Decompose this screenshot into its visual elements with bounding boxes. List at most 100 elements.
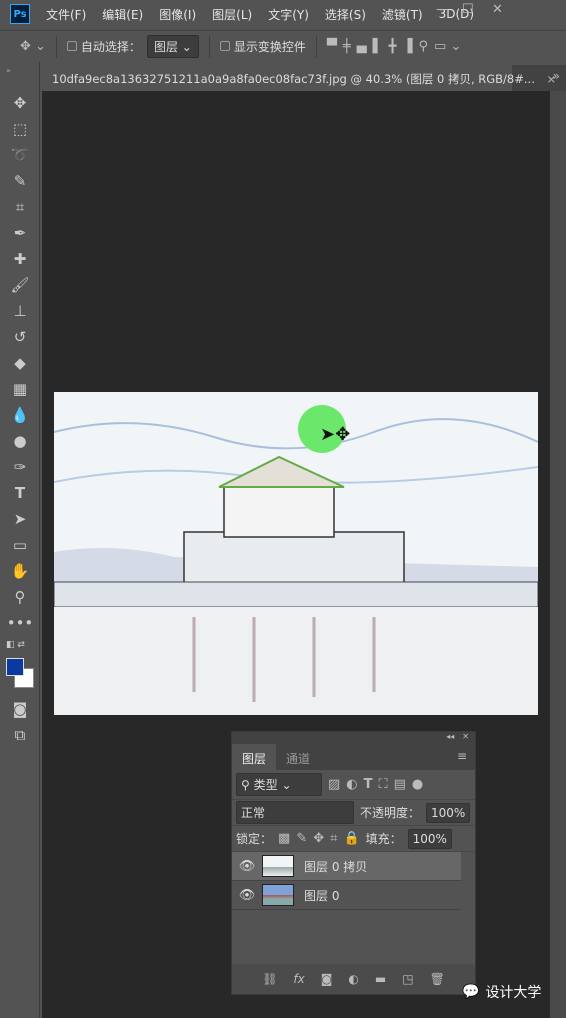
layer-name: 图层 0 拷贝 [304, 859, 368, 874]
filter-adjustment-icon[interactable]: ◐ [346, 777, 357, 792]
tools-panel: » ✥ ⬚ ➰ ✎ ⌗ ✒ ✚ 🖌 ⊥ ↺ ◆ ▦ 💧 ● ✑ T ➤ ▭ ✋ … [0, 62, 40, 1018]
search-icon[interactable]: ⚲ [419, 39, 429, 54]
foreground-color-swatch[interactable] [6, 658, 24, 676]
menu-layer[interactable]: 图层(L) [212, 6, 252, 23]
align-bottom-icon[interactable]: ▄ [357, 39, 367, 54]
move-cursor-icon: ➤✥ [320, 424, 351, 445]
show-transform-label: 显示变换控件 [233, 40, 306, 54]
filter-type-icon[interactable]: T [364, 777, 373, 792]
layers-panel: ◂◂ ✕ 图层 通道 ≡ ⚲ 类型 ⌄ ▨ ◐ T ⛶ ▤ ● 正常 不透明度： … [231, 731, 476, 995]
collapse-panel-icon[interactable]: ◂◂ [446, 732, 454, 744]
document-tab[interactable]: 10dfa9ec8a13632751211a0a9a8fa0ec08fac73f… [42, 65, 556, 91]
tab-channels[interactable]: 通道 [276, 744, 320, 770]
align-left-icon[interactable]: ▌ [373, 39, 383, 54]
panel-menu-icon[interactable]: ≡ [449, 744, 475, 770]
auto-select-value: 图层 [153, 40, 178, 54]
pen-tool-icon[interactable]: ✑ [0, 454, 40, 480]
filter-pixel-icon[interactable]: ▨ [328, 777, 340, 792]
new-layer-icon[interactable]: ◳ [402, 972, 413, 986]
brush-tool-icon[interactable]: 🖌 [0, 272, 40, 298]
filter-smart-object-icon[interactable]: ▤ [394, 777, 406, 792]
filter-toggle[interactable]: ● [412, 777, 423, 792]
layer-thumbnail [262, 855, 294, 877]
hand-tool-icon[interactable]: ✋ [0, 558, 40, 584]
new-group-icon[interactable]: ▬ [375, 972, 386, 986]
align-hcenter-icon[interactable]: ╋ [389, 39, 397, 54]
watermark: 💬 设计大学 [462, 982, 541, 1002]
panel-header: ◂◂ ✕ [232, 732, 475, 744]
quick-select-tool-icon[interactable]: ✎ [0, 168, 40, 194]
type-tool-icon[interactable]: T [0, 480, 40, 506]
crop-tool-icon[interactable]: ⌗ [0, 194, 40, 220]
canvas-image[interactable] [54, 392, 538, 715]
gradient-tool-icon[interactable]: ▦ [0, 376, 40, 402]
layers-panel-footer: ⛓ fx ◙ ◐ ▬ ◳ 🗑 [232, 964, 475, 994]
align-vcenter-icon[interactable]: ╪ [343, 39, 351, 54]
add-mask-icon[interactable]: ◙ [321, 972, 333, 986]
align-right-icon[interactable]: ▐ [403, 39, 413, 54]
close-panel-icon[interactable]: ✕ [462, 732, 469, 744]
fx-icon[interactable]: fx [293, 972, 304, 986]
visibility-eye-icon[interactable]: 👁 [232, 859, 262, 874]
layer-row[interactable]: 👁 图层 0 [232, 881, 461, 910]
move-tool-icon[interactable]: ✥ [0, 90, 40, 116]
blend-mode-dropdown[interactable]: 正常 [236, 801, 354, 824]
stamp-tool-icon[interactable]: ⊥ [0, 298, 40, 324]
eyedropper-tool-icon[interactable]: ✒ [0, 220, 40, 246]
menu-type[interactable]: 文字(Y) [268, 6, 309, 23]
marquee-tool-icon[interactable]: ⬚ [0, 116, 40, 142]
dodge-tool-icon[interactable]: ● [0, 428, 40, 454]
tab-layers[interactable]: 图层 [232, 744, 277, 770]
menu-select[interactable]: 选择(S) [325, 6, 366, 23]
align-top-icon[interactable]: ▀ [327, 39, 337, 54]
fill-input[interactable]: 100% [407, 828, 452, 849]
lasso-tool-icon[interactable]: ➰ [0, 142, 40, 168]
auto-select-dropdown[interactable]: 图层 ⌄ [146, 35, 199, 58]
auto-select-label: 自动选择： [80, 40, 141, 54]
lock-transparent-icon[interactable]: ▩ [278, 831, 290, 846]
opacity-label: 不透明度： [360, 806, 421, 820]
more-tools-icon[interactable]: ••• [0, 610, 40, 636]
zoom-tool-icon[interactable]: ⚲ [0, 584, 40, 610]
lock-label: 锁定： [236, 832, 273, 846]
rectangle-tool-icon[interactable]: ▭ [0, 532, 40, 558]
menu-filter[interactable]: 滤镜(T) [382, 6, 423, 23]
options-bar: ✥ ⌄ 自动选择： 图层 ⌄ 显示变换控件 ▀ ╪ ▄ ▌ ╋ ▐ ⚲ ▭ ⌄ [0, 30, 566, 62]
show-transform-checkbox[interactable]: 显示变换控件 [219, 38, 306, 55]
lock-pixels-icon[interactable]: ✎ [296, 831, 307, 846]
collapse-icon[interactable]: » [0, 62, 39, 90]
right-panel-strip [550, 91, 566, 1018]
filter-kind-dropdown[interactable]: ⚲ 类型 ⌄ [236, 773, 322, 796]
document-title: 10dfa9ec8a13632751211a0a9a8fa0ec08fac73f… [52, 72, 535, 86]
adjustment-layer-icon[interactable]: ◐ [348, 972, 358, 986]
link-layers-icon[interactable]: ⛓ [262, 972, 277, 986]
workspace-icon[interactable]: ▭ ⌄ [434, 39, 461, 54]
filter-shape-icon[interactable]: ⛶ [379, 777, 388, 792]
maximize-button[interactable]: ☐ [462, 2, 474, 17]
default-colors-icon[interactable]: ◧ ⇄ [6, 640, 25, 650]
screen-mode-icon[interactable]: ⧉ [0, 722, 40, 748]
visibility-eye-icon[interactable]: 👁 [232, 888, 262, 903]
path-select-icon[interactable]: ➤ [0, 506, 40, 532]
close-window-button[interactable]: ✕ [492, 2, 503, 17]
close-document-button[interactable]: × [547, 72, 557, 86]
healing-tool-icon[interactable]: ✚ [0, 246, 40, 272]
watermark-text: 设计大学 [485, 985, 542, 1001]
eraser-tool-icon[interactable]: ◆ [0, 350, 40, 376]
lock-artboard-icon[interactable]: ⌗ [330, 831, 337, 846]
menu-edit[interactable]: 编辑(E) [102, 6, 143, 23]
menu-file[interactable]: 文件(F) [46, 6, 86, 23]
menu-image[interactable]: 图像(I) [159, 6, 196, 23]
opacity-input[interactable]: 100% [426, 802, 471, 823]
layer-row[interactable]: 👁 图层 0 拷贝 [232, 852, 461, 881]
blur-tool-icon[interactable]: 💧 [0, 402, 40, 428]
auto-select-checkbox[interactable]: 自动选择： [66, 38, 141, 55]
delete-layer-icon[interactable]: 🗑 [430, 972, 445, 986]
quick-mask-icon[interactable]: ◙ [0, 696, 40, 722]
layer-thumbnail [262, 884, 294, 906]
minimize-button[interactable]: — [436, 2, 449, 17]
lock-all-icon[interactable]: 🔒 [343, 831, 359, 846]
move-tool-icon[interactable]: ✥ ⌄ [20, 39, 46, 54]
lock-position-icon[interactable]: ✥ [313, 831, 324, 846]
history-brush-icon[interactable]: ↺ [0, 324, 40, 350]
